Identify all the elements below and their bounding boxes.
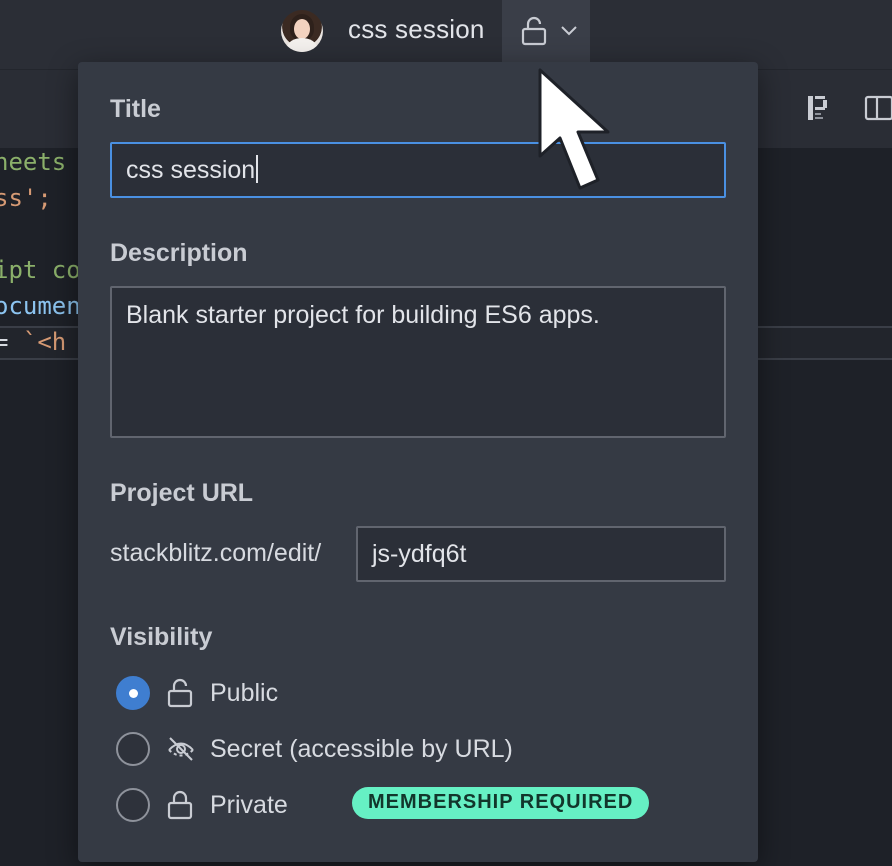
unlock-icon bbox=[520, 16, 548, 51]
project-url-input[interactable]: js-ydfq6t bbox=[356, 526, 726, 582]
visibility-dropdown-button[interactable] bbox=[502, 0, 590, 62]
project-name[interactable]: css session bbox=[348, 14, 485, 45]
title-label: Title bbox=[110, 95, 161, 123]
radio-private[interactable] bbox=[116, 788, 150, 822]
membership-required-badge: MEMBERSHIP REQUIRED bbox=[352, 787, 650, 819]
eye-off-icon bbox=[166, 734, 196, 769]
top-bar: css session bbox=[0, 0, 892, 70]
split-view-icon[interactable] bbox=[864, 94, 892, 127]
project-settings-popover: Title css session Description Blank star… bbox=[78, 62, 758, 862]
code-line: = `<h bbox=[0, 328, 67, 356]
visibility-option-secret[interactable]: Secret (accessible by URL) bbox=[116, 730, 716, 770]
lock-icon bbox=[166, 790, 194, 825]
visibility-label: Visibility bbox=[110, 623, 213, 651]
visibility-option-public[interactable]: Public bbox=[116, 674, 716, 714]
radio-public[interactable] bbox=[116, 676, 150, 710]
user-avatar[interactable] bbox=[281, 10, 323, 52]
title-input-value: css session bbox=[126, 156, 256, 184]
mouse-pointer-icon bbox=[536, 66, 616, 195]
visibility-option-private[interactable]: Private MEMBERSHIP REQUIRED bbox=[116, 786, 716, 826]
title-input[interactable]: css session bbox=[110, 142, 726, 198]
secret-label: Secret (accessible by URL) bbox=[210, 735, 513, 763]
text-caret bbox=[256, 155, 259, 184]
chevron-down-icon bbox=[560, 24, 578, 42]
url-prefix: stackblitz.com/edit/ bbox=[110, 539, 322, 567]
code-line: ss'; bbox=[0, 184, 52, 212]
public-label: Public bbox=[210, 679, 279, 707]
project-url-label: Project URL bbox=[110, 479, 254, 507]
radio-secret[interactable] bbox=[116, 732, 150, 766]
prettier-icon[interactable] bbox=[806, 94, 830, 127]
description-label: Description bbox=[110, 239, 248, 267]
unlock-icon bbox=[166, 678, 194, 713]
code-line: heets bbox=[0, 148, 67, 176]
description-textarea[interactable]: Blank starter project for building ES6 a… bbox=[110, 286, 726, 438]
private-label: Private bbox=[210, 791, 288, 819]
